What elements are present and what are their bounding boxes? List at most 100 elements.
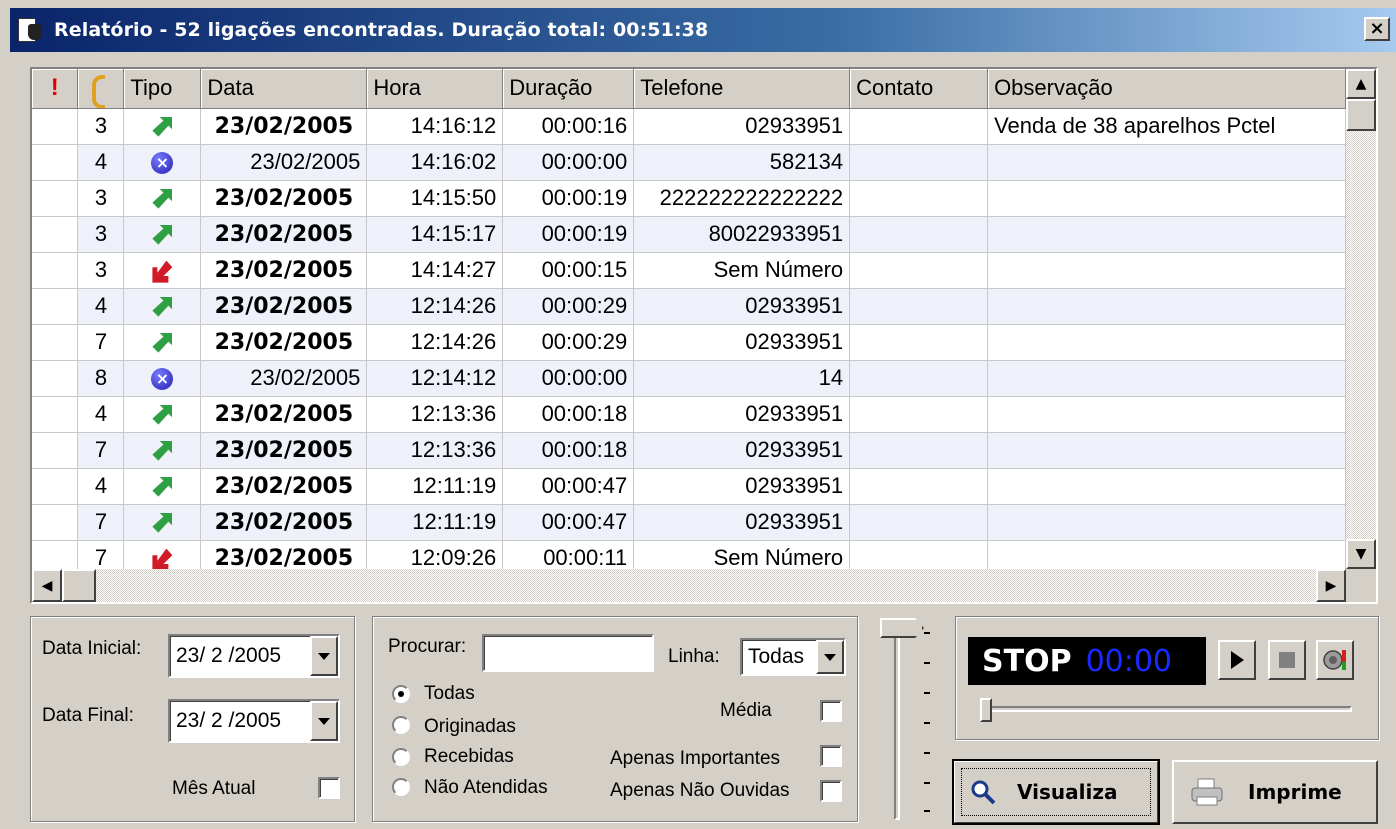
table-row[interactable]: 4 23/02/2005 12:13:36 00:00:18 02933951: [32, 396, 1346, 433]
contato-cell: [849, 504, 989, 541]
scroll-left-button[interactable]: ◀: [32, 569, 62, 602]
duracao-cell: 00:00:29: [502, 324, 635, 361]
tipo-cell: [123, 216, 202, 253]
calls-table: ! Tipo Data Hora Duração Telefone Contat…: [32, 69, 1346, 569]
play-button[interactable]: [1218, 640, 1256, 680]
printer-icon: [1191, 778, 1223, 806]
playback-position-thumb[interactable]: [980, 698, 992, 722]
observacao-cell: [987, 504, 1346, 541]
linha-select[interactable]: Todas: [740, 638, 846, 676]
mes-atual-label: Mês Atual: [172, 778, 256, 799]
slider-tick: [924, 810, 930, 812]
contato-cell: [849, 540, 989, 569]
table-row[interactable]: 3 23/02/2005 14:14:27 00:00:15 Sem Número: [32, 252, 1346, 289]
important-cell: [32, 432, 79, 469]
volume-slider-track[interactable]: [894, 630, 900, 820]
table-row[interactable]: 4 23/02/2005 12:14:26 00:00:29 02933951: [32, 288, 1346, 325]
table-row[interactable]: 7 23/02/2005 12:13:36 00:00:18 02933951: [32, 432, 1346, 469]
col-contato[interactable]: Contato: [849, 69, 989, 109]
duracao-cell: 00:00:16: [502, 108, 635, 145]
col-important[interactable]: !: [32, 69, 79, 109]
observacao-cell: [987, 216, 1346, 253]
line-cell: 7: [77, 432, 125, 469]
telefone-cell: 222222222222222: [633, 180, 851, 217]
duracao-cell: 00:00:18: [502, 396, 635, 433]
scroll-down-button[interactable]: ▼: [1346, 539, 1376, 569]
telefone-cell: 02933951: [633, 432, 851, 469]
table-row[interactable]: 4 23/02/2005 12:11:19 00:00:47 02933951: [32, 468, 1346, 505]
visualiza-button[interactable]: Visualiza: [952, 759, 1160, 825]
telefone-cell: 02933951: [633, 504, 851, 541]
horizontal-scroll-thumb[interactable]: [62, 569, 96, 602]
data-cell: 23/02/2005: [200, 252, 368, 289]
table-row[interactable]: 8 × 23/02/2005 12:14:12 00:00:00 14: [32, 360, 1346, 397]
observacao-cell: [987, 144, 1346, 181]
important-cell: [32, 396, 79, 433]
scroll-right-button[interactable]: ▶: [1316, 569, 1346, 602]
playback-position-track[interactable]: [982, 706, 1352, 712]
radio-todas[interactable]: [392, 685, 410, 703]
data-cell: 23/02/2005: [200, 324, 368, 361]
col-tipo[interactable]: Tipo: [123, 69, 202, 109]
scroll-up-button[interactable]: ▲: [1346, 69, 1376, 99]
horizontal-scrollbar[interactable]: ◀ ▶: [32, 569, 1346, 602]
table-row[interactable]: 7 23/02/2005 12:11:19 00:00:47 02933951: [32, 504, 1346, 541]
hora-cell: 12:14:12: [366, 360, 504, 397]
procurar-input[interactable]: [482, 634, 654, 672]
observacao-cell: [987, 288, 1346, 325]
data-cell: 23/02/2005: [200, 144, 368, 181]
col-observacao[interactable]: Observação: [987, 69, 1346, 109]
slider-tick: [924, 692, 930, 694]
duracao-cell: 00:00:00: [502, 144, 635, 181]
player-display: STOP 00:00: [968, 637, 1206, 685]
col-hora[interactable]: Hora: [366, 69, 504, 109]
data-inicial-value: 23/ 2 /2005: [176, 644, 282, 667]
radio-nao-atendidas[interactable]: [392, 778, 410, 796]
telefone-cell: Sem Número: [633, 540, 851, 569]
hora-cell: 14:16:12: [366, 108, 504, 145]
stop-button[interactable]: [1268, 640, 1306, 680]
data-inicial-dropdown-button[interactable]: [310, 636, 338, 676]
incoming-call-icon: [149, 258, 175, 284]
duracao-cell: 00:00:47: [502, 504, 635, 541]
data-cell: 23/02/2005: [200, 540, 368, 569]
radio-originadas[interactable]: [392, 716, 410, 734]
radio-recebidas[interactable]: [392, 748, 410, 766]
col-duracao[interactable]: Duração: [502, 69, 635, 109]
header-row: ! Tipo Data Hora Duração Telefone Contat…: [32, 69, 1346, 109]
volume-slider-thumb[interactable]: [880, 618, 924, 638]
table-row[interactable]: 3 23/02/2005 14:15:17 00:00:19 80022933951: [32, 216, 1346, 253]
table-row[interactable]: 7 23/02/2005 12:14:26 00:00:29 02933951: [32, 324, 1346, 361]
apenas-nao-ouvidas-checkbox[interactable]: [820, 780, 842, 802]
col-telefone[interactable]: Telefone: [633, 69, 851, 109]
table-row[interactable]: 3 23/02/2005 14:15:50 00:00:19 2222222222222…: [32, 180, 1346, 217]
telefone-cell: 14: [633, 360, 851, 397]
imprime-button[interactable]: Imprime: [1172, 760, 1378, 824]
hora-cell: 12:13:36: [366, 396, 504, 433]
tipo-cell: [123, 504, 202, 541]
hora-cell: 14:14:27: [366, 252, 504, 289]
hora-cell: 14:15:17: [366, 216, 504, 253]
vertical-scrollbar[interactable]: ▲ ▼: [1346, 69, 1376, 569]
record-settings-button[interactable]: [1316, 640, 1354, 680]
vertical-scroll-thumb[interactable]: [1346, 99, 1376, 131]
table-row[interactable]: 4 × 23/02/2005 14:16:02 00:00:00 582134: [32, 144, 1346, 181]
apenas-importantes-checkbox[interactable]: [820, 745, 842, 767]
table-row[interactable]: 7 23/02/2005 12:09:26 00:00:11 Sem Número: [32, 540, 1346, 569]
linha-dropdown-button[interactable]: [816, 640, 844, 674]
media-checkbox[interactable]: [820, 700, 842, 722]
data-final-dropdown-button[interactable]: [310, 701, 338, 741]
mes-atual-checkbox[interactable]: [318, 777, 340, 799]
close-button[interactable]: ×: [1364, 17, 1390, 41]
play-icon: [1230, 651, 1244, 669]
col-data[interactable]: Data: [200, 69, 368, 109]
table-row[interactable]: 3 23/02/2005 14:16:12 00:00:16 02933951 Venda…: [32, 108, 1346, 145]
data-inicial-picker[interactable]: 23/ 2 /2005: [168, 634, 340, 678]
observacao-cell: [987, 324, 1346, 361]
contato-cell: [849, 144, 989, 181]
slider-tick: [924, 722, 930, 724]
data-final-picker[interactable]: 23/ 2 /2005: [168, 699, 340, 743]
focus-rect: [961, 768, 1151, 816]
telefone-cell: 02933951: [633, 468, 851, 505]
col-line[interactable]: [77, 69, 125, 109]
